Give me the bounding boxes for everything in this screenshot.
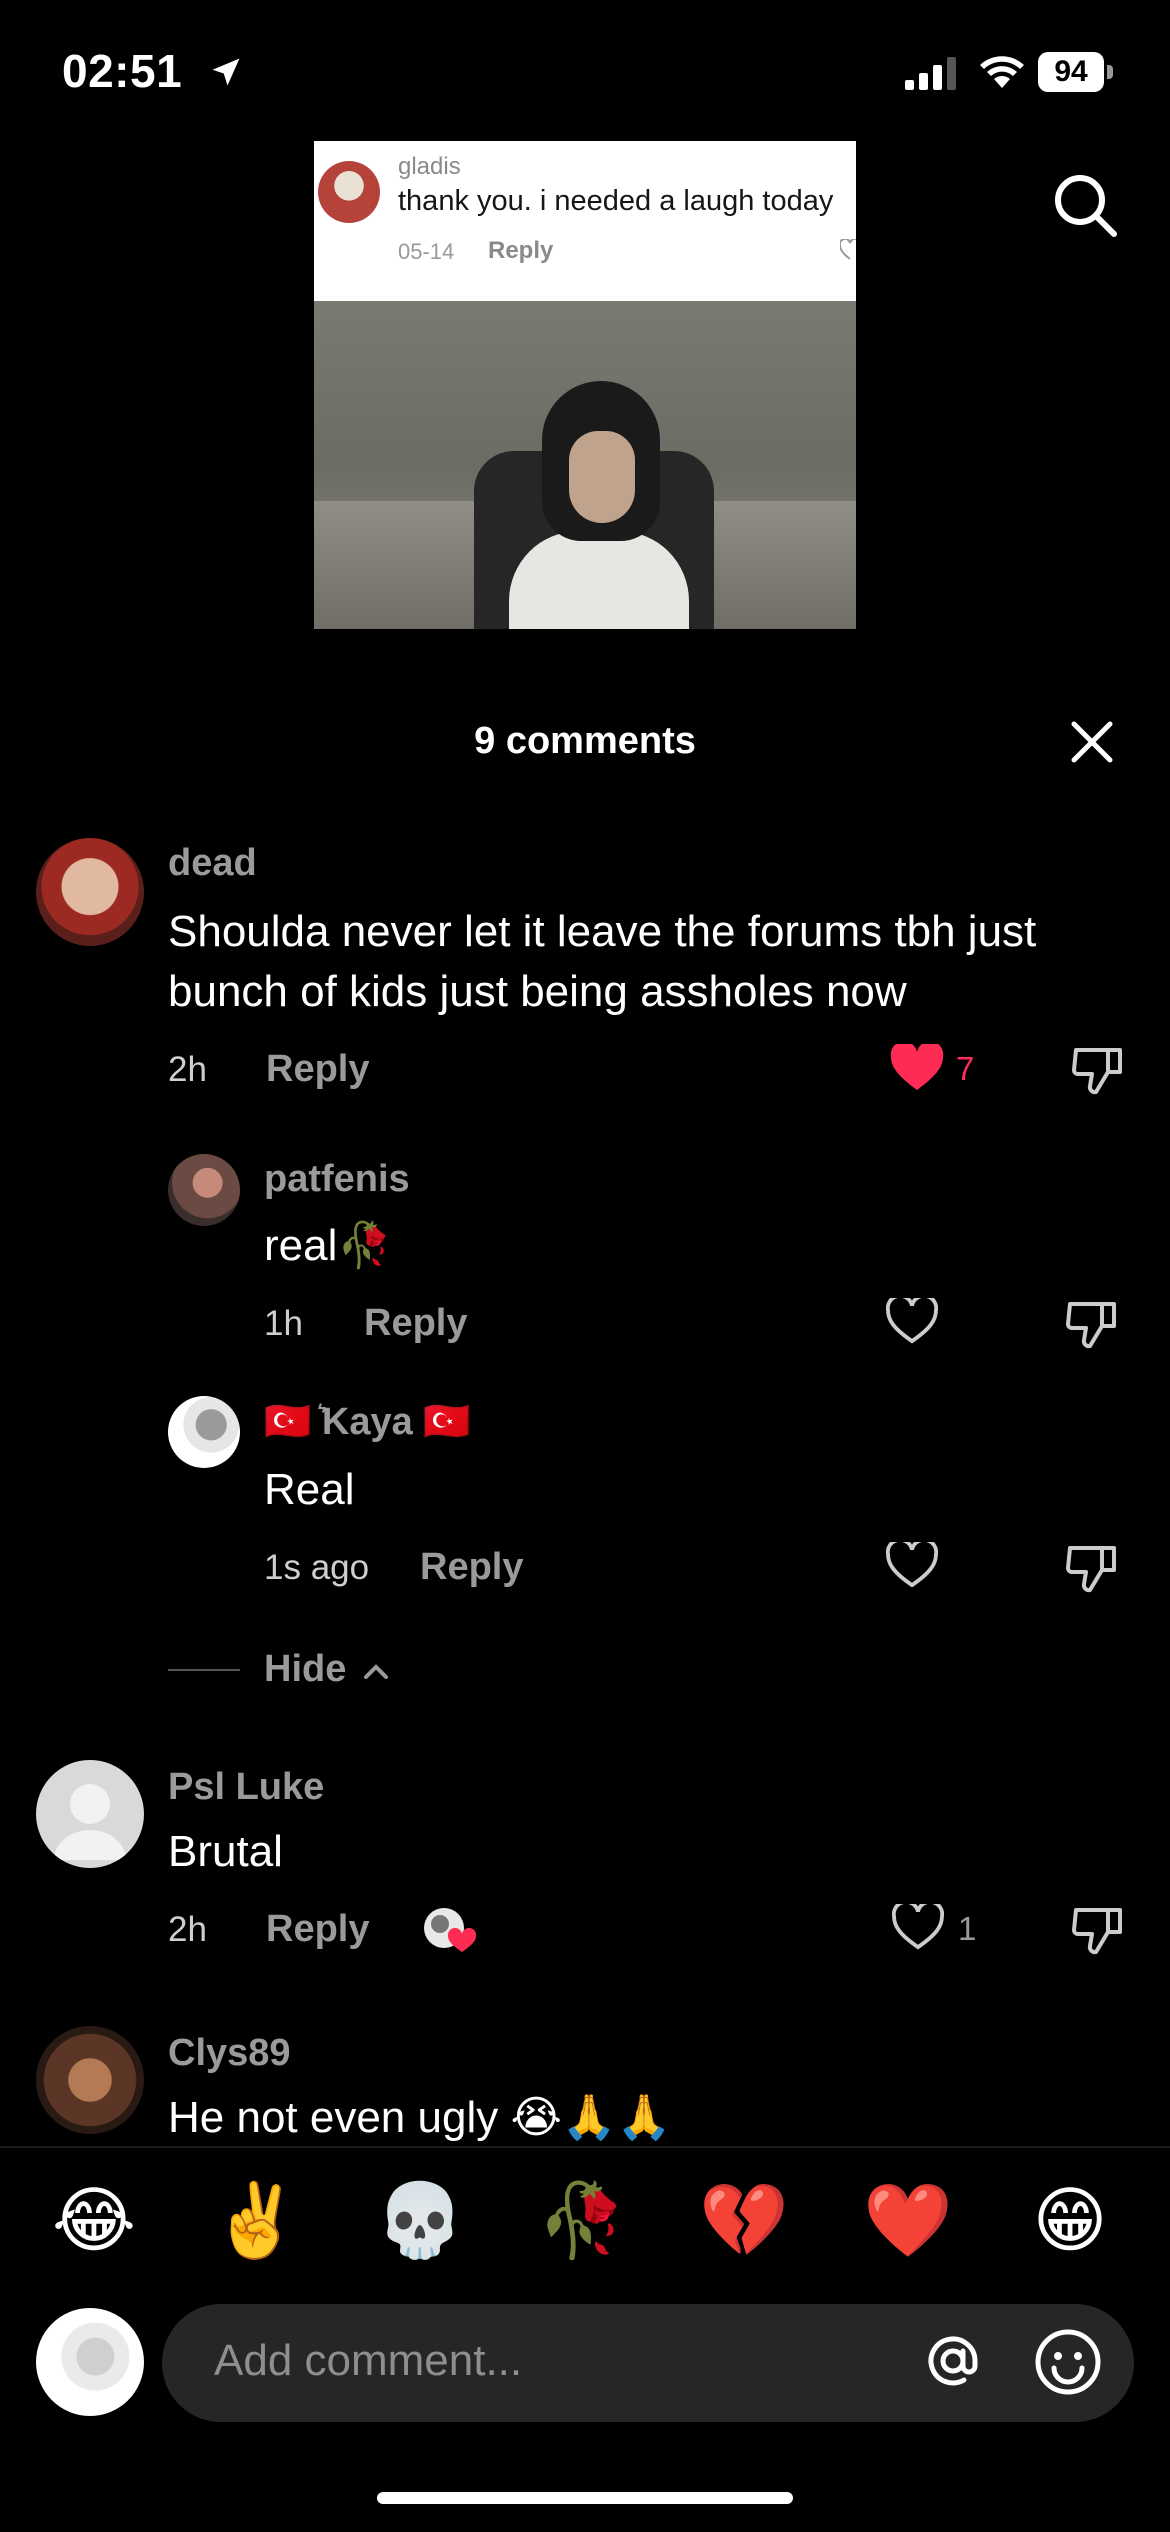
avatar[interactable]: [36, 1760, 144, 1868]
avatar[interactable]: [36, 2026, 144, 2134]
ref-username: gladis: [398, 153, 461, 180]
comment-username[interactable]: 🇹🇷 ͛Kaya 🇹🇷: [264, 1400, 471, 1444]
battery-indicator: 94: [1038, 52, 1114, 92]
avatar[interactable]: [36, 838, 144, 946]
dislike-icon[interactable]: [1070, 1042, 1124, 1096]
comment-text: He not even ugly 😭🙏🙏: [168, 2093, 672, 2142]
comment-time: 1h: [264, 1304, 303, 1343]
heart-outline-icon[interactable]: [892, 1904, 944, 1950]
comment-input-placeholder[interactable]: Add comment...: [214, 2336, 522, 2386]
hide-label: Hide: [264, 1648, 347, 1690]
avatar[interactable]: [168, 1154, 240, 1226]
ref-date: 05-14: [398, 239, 455, 264]
comment-text: Real: [264, 1465, 355, 1514]
creator-liked-badge-icon: [422, 1904, 482, 1956]
heart-outline-icon: [840, 239, 856, 261]
divider: [0, 2146, 1170, 2148]
close-icon[interactable]: [1070, 720, 1114, 764]
heart-filled-icon[interactable]: [890, 1044, 944, 1092]
quick-emoji-grin[interactable]: 😁: [1020, 2176, 1120, 2266]
dislike-icon[interactable]: [1064, 1296, 1118, 1350]
video-frame: [314, 301, 856, 629]
my-avatar: [36, 2308, 144, 2416]
cellular-signal-icon: [905, 56, 959, 90]
divider: [168, 1669, 240, 1671]
reply-button[interactable]: Reply: [266, 1908, 369, 1951]
comment-username[interactable]: Clys89: [168, 2032, 291, 2075]
comment-username[interactable]: Psl Luke: [168, 1766, 324, 1809]
quick-emoji-heart[interactable]: ❤️: [858, 2176, 958, 2266]
chevron-up-icon: [363, 1662, 389, 1680]
comment-text: Brutal: [168, 1827, 283, 1876]
reply-button[interactable]: Reply: [266, 1048, 369, 1091]
comment-username[interactable]: patfenis: [264, 1158, 410, 1201]
avatar: [318, 161, 380, 223]
quick-emoji-broken-heart[interactable]: 💔: [694, 2176, 794, 2266]
home-indicator[interactable]: [377, 2492, 793, 2504]
status-time: 02:51: [62, 45, 183, 97]
like-count: 1: [958, 1910, 977, 1947]
battery-level: 94: [1038, 52, 1104, 92]
quick-emoji-laugh[interactable]: 😂: [44, 2176, 144, 2266]
heart-outline-icon[interactable]: [886, 1298, 938, 1344]
hide-replies-button[interactable]: Hide: [264, 1648, 389, 1691]
comment-username[interactable]: dead: [168, 842, 257, 885]
reply-button[interactable]: Reply: [364, 1302, 467, 1345]
ref-comment-text: thank you. i needed a laugh today: [398, 185, 834, 217]
quick-emoji-skull[interactable]: 💀: [370, 2176, 470, 2266]
wifi-icon: [977, 52, 1027, 90]
quick-emoji-peace[interactable]: ✌️: [206, 2176, 306, 2266]
comment-time: 2h: [168, 1910, 207, 1949]
like-count: 7: [956, 1050, 975, 1087]
reply-button[interactable]: Reply: [420, 1546, 523, 1589]
ref-reply-label: Reply: [488, 237, 554, 264]
comment-text: real🥀: [264, 1221, 393, 1270]
quick-emoji-wilted-rose[interactable]: 🥀: [532, 2176, 632, 2266]
emoji-picker-icon[interactable]: [1034, 2328, 1102, 2396]
comment-text: Shoulda never let it leave the forums tb…: [168, 907, 1037, 1016]
mention-at-icon[interactable]: [920, 2328, 986, 2394]
video-preview[interactable]: gladis thank you. i needed a laugh today…: [314, 141, 856, 629]
comment-time: 1s ago: [264, 1548, 370, 1587]
search-icon[interactable]: [1050, 170, 1120, 240]
comments-count-title: 9 comments: [474, 720, 696, 762]
dislike-icon[interactable]: [1070, 1902, 1124, 1956]
comment-time: 2h: [168, 1050, 207, 1089]
location-arrow-icon: [208, 54, 244, 90]
referenced-comment-card: gladis thank you. i needed a laugh today…: [314, 141, 856, 301]
avatar[interactable]: [168, 1396, 240, 1468]
heart-outline-icon[interactable]: [886, 1542, 938, 1588]
dislike-icon[interactable]: [1064, 1540, 1118, 1594]
